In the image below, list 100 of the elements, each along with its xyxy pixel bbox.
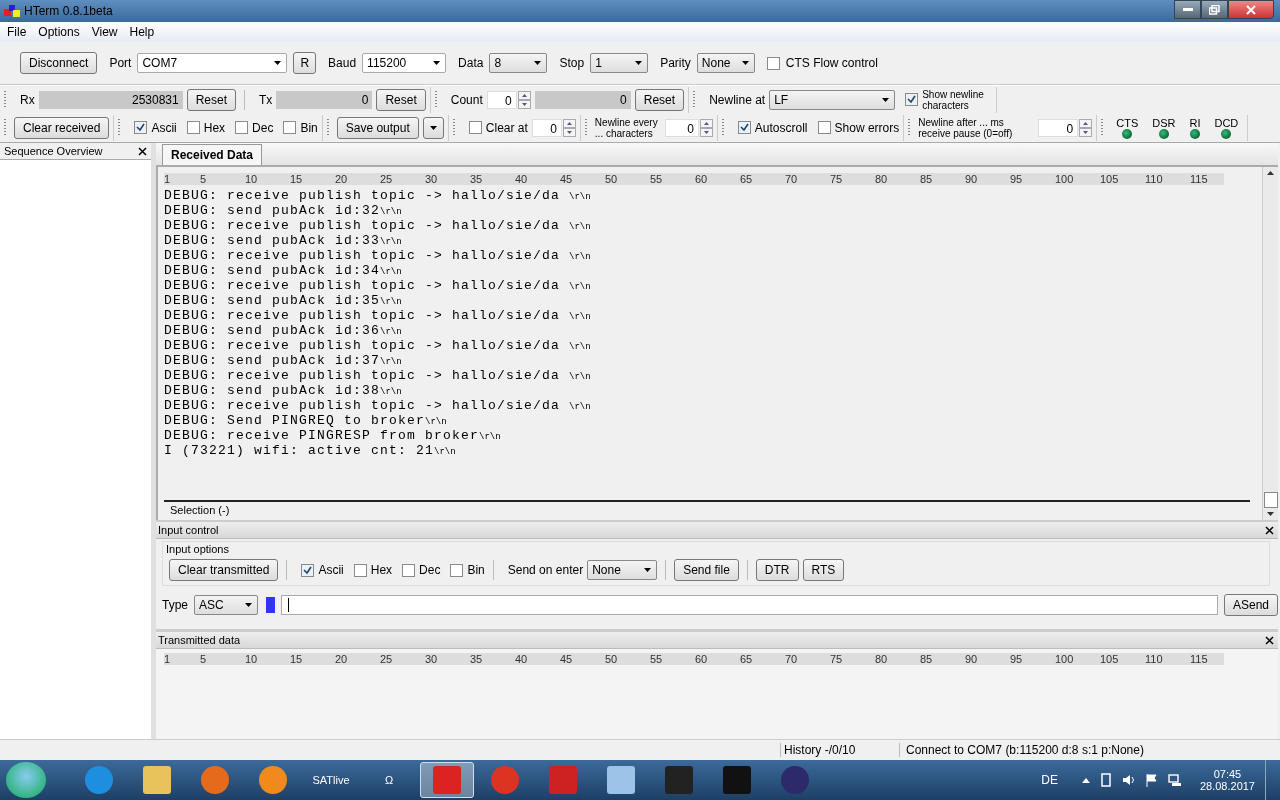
- scroll-up-icon[interactable]: [1267, 171, 1274, 175]
- port-label: Port: [109, 56, 132, 70]
- stop-dropdown[interactable]: 1: [590, 53, 649, 73]
- signal-label: DSR: [1152, 116, 1176, 129]
- format-label: Ascii: [318, 563, 344, 577]
- format-checkbox[interactable]: [402, 563, 416, 577]
- taskbar-app-icon[interactable]: [420, 762, 474, 798]
- reset-button[interactable]: Reset: [186, 88, 237, 111]
- terminal-line: DEBUG: receive publish topic -> hallo/sie/da \r\n: [164, 248, 592, 263]
- minimize-icon: [1182, 7, 1193, 12]
- terminal-line: DEBUG: receive publish topic -> hallo/sie/da \r\n: [164, 398, 592, 413]
- close-icon[interactable]: [1265, 635, 1274, 645]
- restore-icon: [1209, 4, 1220, 15]
- selection-label: Selection (-): [170, 504, 230, 516]
- maximize-button[interactable]: [1201, 0, 1228, 19]
- terminal-line: DEBUG: receive publish topic -> hallo/sie/da \r\n: [164, 278, 592, 293]
- format-checkbox[interactable]: [301, 563, 315, 577]
- menu-item[interactable]: Help: [123, 25, 161, 39]
- network-icon[interactable]: [1167, 773, 1182, 787]
- signal-label: CTS: [1116, 116, 1139, 129]
- spinner-arrows-icon[interactable]: [699, 118, 713, 137]
- baud-dropdown[interactable]: 115200: [362, 53, 447, 73]
- history-status: History -/0/10: [780, 743, 899, 757]
- menu-item[interactable]: Options: [32, 25, 86, 39]
- show-errors-label: Show errors: [834, 120, 900, 135]
- send-button[interactable]: ASend: [1223, 594, 1278, 616]
- terminal-line: DEBUG: receive publish topic -> hallo/sie/da \r\n: [164, 188, 592, 203]
- minimize-button[interactable]: [1174, 0, 1201, 19]
- reset-button[interactable]: Reset: [634, 88, 685, 111]
- menu-item[interactable]: File: [0, 25, 33, 39]
- column-ruler: 1 5 10 15 20 25 30 35 40 45 50 55 60 65 70 75 80 85 90 95 100 105 110 115: [164, 173, 1224, 185]
- autoscroll-label: Autoscroll: [754, 120, 808, 135]
- caret-icon: [245, 603, 252, 607]
- data-dropdown[interactable]: 8: [489, 53, 548, 73]
- format-checkbox[interactable]: [134, 121, 148, 134]
- spinner-arrows-icon[interactable]: [1079, 118, 1093, 137]
- rts-button[interactable]: RTS: [802, 559, 845, 581]
- tray-arrow-icon[interactable]: [1081, 777, 1090, 783]
- refresh-button[interactable]: R: [293, 52, 317, 74]
- scroll-thumb[interactable]: [1263, 492, 1278, 508]
- autoscroll-checkbox[interactable]: [737, 121, 751, 134]
- group-title: Input options: [165, 542, 230, 555]
- port-dropdown[interactable]: COM7: [137, 53, 288, 73]
- tx-label: Tx: [259, 92, 273, 107]
- show-newline-label: Show newline characters: [922, 88, 985, 111]
- flag-icon[interactable]: [1145, 773, 1158, 787]
- close-icon[interactable]: [138, 146, 147, 156]
- dtr-button[interactable]: DTR: [755, 559, 799, 581]
- newline-every-field[interactable]: 0: [664, 118, 699, 137]
- start-button[interactable]: [6, 762, 46, 798]
- terminal-line: DEBUG: receive publish topic -> hallo/sie/da \r\n: [164, 338, 592, 353]
- format-checkbox[interactable]: [450, 563, 464, 577]
- scrollbar[interactable]: [1262, 167, 1278, 520]
- terminal-line: DEBUG: send pubAck id:34\r\n: [164, 263, 403, 278]
- reset-button[interactable]: Reset: [376, 88, 426, 111]
- clear-at-checkbox[interactable]: [468, 121, 482, 134]
- cts-flow-checkbox[interactable]: [766, 56, 780, 70]
- panel-title: Input control: [158, 524, 219, 536]
- send-on-enter-label: Send on enter: [507, 563, 584, 577]
- panel-title: Sequence Overview: [4, 145, 103, 157]
- clear-received-button[interactable]: Clear received: [14, 116, 110, 139]
- received-data-tab[interactable]: Received Data: [162, 144, 263, 165]
- format-checkbox[interactable]: [283, 121, 297, 134]
- signal-label: DCD: [1214, 116, 1239, 129]
- disconnect-button[interactable]: Disconnect: [20, 52, 98, 74]
- format-checkbox[interactable]: [353, 563, 367, 577]
- clear-transmitted-button[interactable]: Clear transmitted: [169, 559, 279, 581]
- parity-dropdown[interactable]: None: [696, 53, 755, 73]
- menu-item[interactable]: View: [85, 25, 124, 39]
- stop-label: Stop: [559, 56, 585, 70]
- taskbar-button[interactable]: Ω: [362, 762, 416, 798]
- close-icon[interactable]: [1265, 525, 1274, 535]
- close-button[interactable]: [1228, 0, 1274, 19]
- format-checkbox[interactable]: [235, 121, 249, 134]
- terminal-line: DEBUG: send pubAck id:32\r\n: [164, 203, 403, 218]
- spinner-arrows-icon[interactable]: [517, 90, 531, 109]
- show-errors-checkbox[interactable]: [817, 121, 831, 134]
- newline-dropdown[interactable]: LF: [769, 89, 896, 110]
- spinner-arrows-icon[interactable]: [562, 118, 576, 137]
- count-field[interactable]: 0: [486, 90, 517, 109]
- format-checkbox[interactable]: [186, 121, 200, 134]
- taskbar-button[interactable]: SATlive: [304, 762, 358, 798]
- dropdown-button[interactable]: [422, 116, 444, 139]
- clear-at-field[interactable]: 0: [531, 118, 562, 137]
- newline-after-field[interactable]: 0: [1038, 118, 1079, 137]
- clock[interactable]: 07:45 28.08.2017: [1199, 768, 1255, 792]
- caret-icon: [644, 568, 652, 572]
- show-newline-checkbox[interactable]: [905, 93, 919, 106]
- speaker-icon[interactable]: [1121, 774, 1136, 786]
- device-icon[interactable]: [1099, 773, 1112, 787]
- language-indicator[interactable]: DE: [1041, 773, 1058, 787]
- type-dropdown[interactable]: ASC: [194, 595, 258, 615]
- send-file-button[interactable]: Send file: [674, 559, 739, 581]
- terminal-line: DEBUG: receive PINGRESP from broker\r\n: [164, 428, 502, 443]
- send-on-enter-dropdown[interactable]: None: [587, 560, 658, 580]
- save-output-button[interactable]: Save output: [336, 116, 419, 139]
- connection-status: Connect to COM7 (b:115200 d:8 s:1 p:None): [899, 743, 1144, 757]
- scroll-down-icon[interactable]: [1267, 512, 1274, 516]
- input-field[interactable]: [281, 595, 1218, 615]
- terminal-line: I (73221) wifi: active cnt: 21\r\n: [164, 443, 457, 458]
